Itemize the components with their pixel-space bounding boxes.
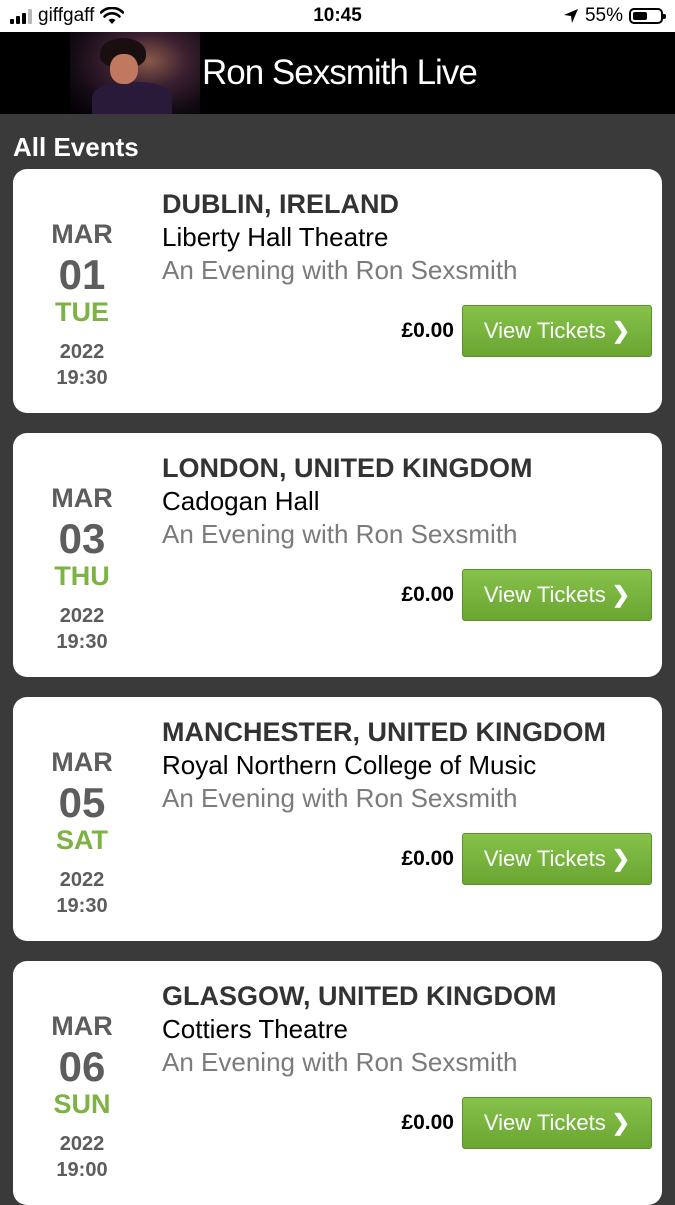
view-tickets-label: View Tickets <box>483 318 606 343</box>
battery-percent: 55% <box>584 5 623 26</box>
event-info: MANCHESTER, UNITED KINGDOM Royal Norther… <box>162 717 652 814</box>
app-title: Ron Sexsmith Live <box>202 53 478 92</box>
event-weekday: SAT <box>56 825 108 855</box>
event-day: 06 <box>58 1043 106 1090</box>
artist-photo <box>70 32 200 114</box>
app-header: Ron Sexsmith Live <box>0 32 675 114</box>
event-card[interactable]: MAR 05 SAT 2022 19:30 MANCHESTER, UNITED… <box>13 697 662 941</box>
view-tickets-button[interactable]: View Tickets ❯ <box>462 569 652 621</box>
chevron-right-icon: ❯ <box>611 1110 631 1135</box>
view-tickets-label: View Tickets <box>483 582 606 607</box>
event-day: 05 <box>58 779 106 826</box>
event-date: MAR 01 TUE 2022 19:30 <box>13 169 151 413</box>
event-month: MAR <box>51 747 113 777</box>
event-day: 03 <box>58 515 106 562</box>
event-subtitle: An Evening with Ron Sexsmith <box>162 255 518 285</box>
section-title: All Events <box>13 132 139 162</box>
event-date: MAR 05 SAT 2022 19:30 <box>13 697 151 941</box>
event-weekday: SUN <box>53 1089 111 1119</box>
event-city: GLASGOW, UNITED KINGDOM <box>162 981 557 1011</box>
event-subtitle: An Evening with Ron Sexsmith <box>162 519 518 549</box>
event-info: LONDON, UNITED KINGDOM Cadogan Hall An E… <box>162 453 652 550</box>
event-info: GLASGOW, UNITED KINGDOM Cottiers Theatre… <box>162 981 652 1078</box>
event-time: 19:30 <box>56 631 108 653</box>
event-subtitle: An Evening with Ron Sexsmith <box>162 1047 518 1077</box>
event-price: £0.00 <box>401 847 454 870</box>
view-tickets-button[interactable]: View Tickets ❯ <box>462 305 652 357</box>
event-date: MAR 06 SUN 2022 19:00 <box>13 961 151 1205</box>
view-tickets-label: View Tickets <box>483 846 606 871</box>
event-weekday: TUE <box>55 297 109 327</box>
events-list: MAR 01 TUE 2022 19:30 DUBLIN, IRELAND Li… <box>0 169 675 1205</box>
event-card[interactable]: MAR 01 TUE 2022 19:30 DUBLIN, IRELAND Li… <box>13 169 662 413</box>
event-city: MANCHESTER, UNITED KINGDOM <box>162 717 606 747</box>
event-venue: Royal Northern College of Music <box>162 750 537 780</box>
event-subtitle: An Evening with Ron Sexsmith <box>162 783 518 813</box>
event-weekday: THU <box>54 561 110 591</box>
chevron-right-icon: ❯ <box>611 582 631 607</box>
event-card[interactable]: MAR 03 THU 2022 19:30 LONDON, UNITED KIN… <box>13 433 662 677</box>
status-bar: giffgaff 10:45 55% <box>0 0 675 32</box>
event-info: DUBLIN, IRELAND Liberty Hall Theatre An … <box>162 189 652 286</box>
chevron-right-icon: ❯ <box>611 846 631 871</box>
event-day: 01 <box>58 251 106 298</box>
battery-icon <box>629 8 666 24</box>
event-year: 2022 <box>59 341 105 363</box>
event-price: £0.00 <box>401 583 454 606</box>
event-time: 19:30 <box>56 895 108 917</box>
event-venue: Cottiers Theatre <box>162 1014 348 1044</box>
event-year: 2022 <box>59 605 105 627</box>
event-month: MAR <box>51 219 113 249</box>
event-time: 19:00 <box>56 1159 108 1181</box>
event-venue: Cadogan Hall <box>162 486 320 516</box>
event-month: MAR <box>51 483 113 513</box>
view-tickets-button[interactable]: View Tickets ❯ <box>462 1097 652 1149</box>
event-venue: Liberty Hall Theatre <box>162 222 389 252</box>
event-price: £0.00 <box>401 1111 454 1134</box>
event-year: 2022 <box>59 869 105 891</box>
event-time: 19:30 <box>56 367 108 389</box>
event-year: 2022 <box>59 1133 105 1155</box>
location-arrow-icon <box>563 9 578 23</box>
event-date: MAR 03 THU 2022 19:30 <box>13 433 151 677</box>
chevron-right-icon: ❯ <box>611 318 631 343</box>
battery-fill <box>633 12 647 20</box>
view-tickets-button[interactable]: View Tickets ❯ <box>462 833 652 885</box>
status-right: 55% <box>563 5 666 27</box>
event-price: £0.00 <box>401 319 454 342</box>
event-month: MAR <box>51 1011 113 1041</box>
event-city: LONDON, UNITED KINGDOM <box>162 453 533 483</box>
view-tickets-label: View Tickets <box>483 1110 606 1135</box>
event-city: DUBLIN, IRELAND <box>162 189 399 219</box>
event-card[interactable]: MAR 06 SUN 2022 19:00 GLASGOW, UNITED KI… <box>13 961 662 1205</box>
